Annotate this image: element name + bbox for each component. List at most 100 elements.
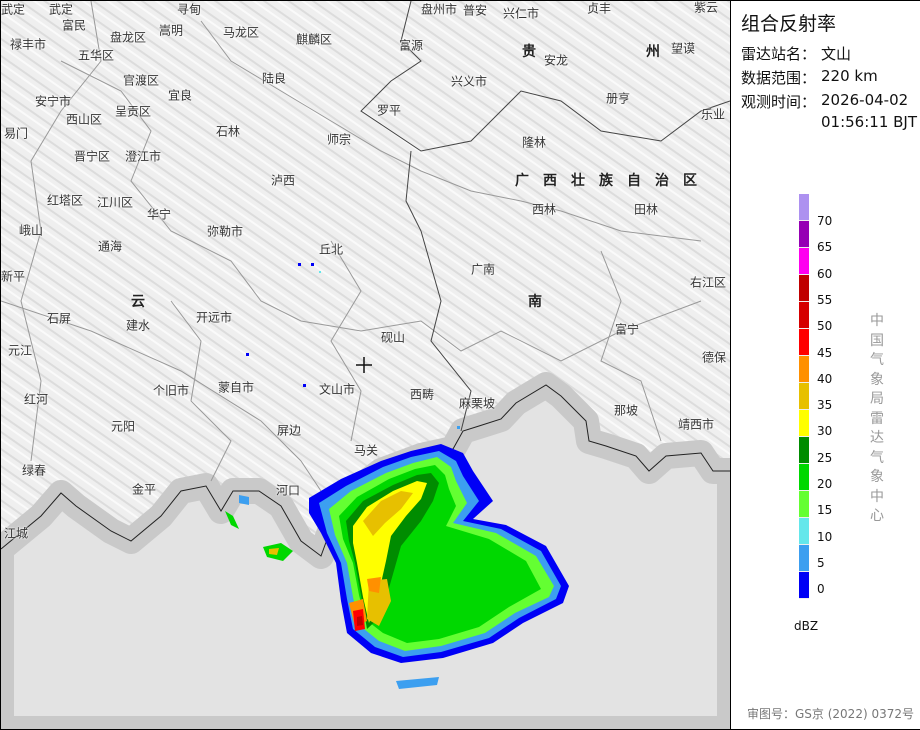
- place-label: 嵩明: [158, 23, 184, 38]
- time-date: 2026-04-02: [821, 91, 909, 109]
- place-label: 蒙自市: [217, 380, 255, 395]
- legend-tick: 5: [817, 555, 825, 570]
- place-label: 石林: [215, 124, 241, 139]
- legend-swatch: [799, 248, 809, 275]
- legend-swatch: [799, 491, 809, 518]
- place-label: 乐业: [700, 107, 726, 122]
- place-label: 马龙区: [222, 25, 260, 40]
- station-value: 文山: [821, 45, 852, 63]
- place-label: 望谟: [670, 41, 696, 56]
- place-label: 红河: [23, 392, 49, 407]
- time-clock: 01:56:11 BJT: [821, 113, 918, 131]
- legend-tick: 45: [817, 345, 833, 360]
- place-label: 册亨: [605, 91, 631, 106]
- place-label: 丘北: [318, 242, 344, 257]
- place-label: 那坡: [613, 403, 639, 418]
- province-label: 云: [131, 294, 145, 310]
- place-label: 砚山: [380, 330, 406, 345]
- map-canvas: [1, 1, 730, 729]
- place-label: 麒麟区: [295, 32, 333, 47]
- legend-tick: 10: [817, 529, 833, 544]
- place-label: 个旧市: [152, 383, 190, 398]
- place-label: 西畴: [409, 387, 435, 402]
- place-label: 安龙: [543, 53, 569, 68]
- legend-tick: 50: [817, 319, 833, 334]
- place-label: 晋宁区: [73, 149, 111, 164]
- color-legend: [799, 194, 809, 599]
- legend-tick: 60: [817, 266, 833, 281]
- place-label: 石屏: [46, 311, 72, 326]
- place-label: 麻栗坡: [458, 396, 496, 411]
- station-label: 雷达站名：: [741, 45, 817, 63]
- legend-swatch: [799, 356, 809, 383]
- legend-tick: 70: [817, 214, 833, 228]
- place-label: 宜良: [167, 88, 193, 103]
- place-label: 广南: [470, 262, 496, 277]
- radar-map[interactable]: 武定 武定 寻甸 富民 嵩明 马龙区 盘龙区 麒麟区 禄丰市 五华区 富源 盘州市 普安 兴仁市 贞丰 紫云安…: [1, 1, 730, 729]
- place-label: 田林: [633, 202, 659, 217]
- place-label: 德保: [701, 350, 727, 365]
- place-label: 贞丰: [586, 1, 612, 16]
- place-label: 武定: [48, 2, 74, 17]
- place-label: 绿春: [21, 463, 47, 478]
- place-label: 富源: [398, 38, 424, 53]
- legend-tick: 30: [817, 424, 833, 439]
- legend-tick: 20: [817, 477, 833, 491]
- province-label: 广 西 壮 族 自 治 区: [515, 173, 697, 189]
- place-label: 马关: [353, 443, 379, 458]
- place-label: 禄丰市: [9, 37, 47, 52]
- legend-swatch: [799, 410, 809, 437]
- legend-tick: 35: [817, 398, 833, 413]
- legend-swatch: [799, 518, 809, 545]
- product-title: 组合反射率: [741, 13, 837, 35]
- legend-swatch: [799, 383, 809, 410]
- legend-swatch: [799, 302, 809, 329]
- legend-tick: 0: [817, 582, 825, 597]
- place-label: 陆良: [261, 71, 287, 86]
- place-label: 建水: [125, 318, 151, 333]
- place-label: 盘州市: [420, 2, 458, 17]
- time-label: 观测时间：: [741, 93, 817, 111]
- legend-swatch: [799, 464, 809, 491]
- place-label: 兴义市: [450, 74, 488, 89]
- place-label: 普安: [462, 3, 488, 18]
- place-label: 红塔区: [46, 193, 84, 208]
- legend-tick: 40: [817, 371, 833, 386]
- legend-unit: dBZ: [794, 619, 819, 633]
- legend-swatch: [799, 437, 809, 464]
- info-panel: 组合反射率 雷达站名： 文山 数据范围： 220 km 观测时间： 2026-0…: [730, 1, 920, 729]
- range-label: 数据范围：: [741, 69, 817, 87]
- place-label: 隆林: [521, 135, 547, 150]
- legend-swatch: [799, 545, 809, 572]
- place-label: 弥勒市: [206, 224, 244, 239]
- approval-number: 审图号：GS京 (2022) 0372号: [747, 707, 914, 721]
- place-label: 文山市: [318, 382, 356, 397]
- place-label: 通海: [97, 239, 123, 254]
- province-label: 州: [646, 44, 660, 60]
- place-label: 兴仁市: [502, 6, 540, 21]
- legend-swatch: [799, 329, 809, 356]
- place-label: 靖西市: [677, 417, 715, 432]
- place-label: 五华区: [77, 48, 115, 63]
- place-label: 澄江市: [124, 149, 162, 164]
- place-label: 华宁: [146, 207, 172, 222]
- place-label: 屏边: [276, 423, 302, 438]
- legend-tick: 15: [817, 503, 833, 518]
- legend-swatch: [799, 572, 809, 599]
- range-row: 数据范围： 220 km: [741, 67, 878, 88]
- place-label: 元阳: [110, 419, 136, 434]
- place-label: 西山区: [65, 112, 103, 127]
- place-label: 河口: [275, 483, 301, 498]
- place-label: 紫云: [693, 1, 719, 15]
- place-label: 盘龙区: [109, 30, 147, 45]
- place-label: 右江区: [689, 275, 727, 290]
- legend-swatch: [799, 221, 809, 248]
- place-label: 寻甸: [176, 2, 202, 17]
- province-label: 贵: [522, 44, 536, 60]
- legend-swatch: [799, 275, 809, 302]
- place-label: 呈贡区: [114, 104, 152, 119]
- place-label: 金平: [131, 482, 157, 497]
- time-row: 观测时间： 2026-04-02 01:56:11 BJT: [741, 91, 917, 131]
- place-label: 峨山: [18, 223, 44, 238]
- place-label: 江川区: [96, 195, 134, 210]
